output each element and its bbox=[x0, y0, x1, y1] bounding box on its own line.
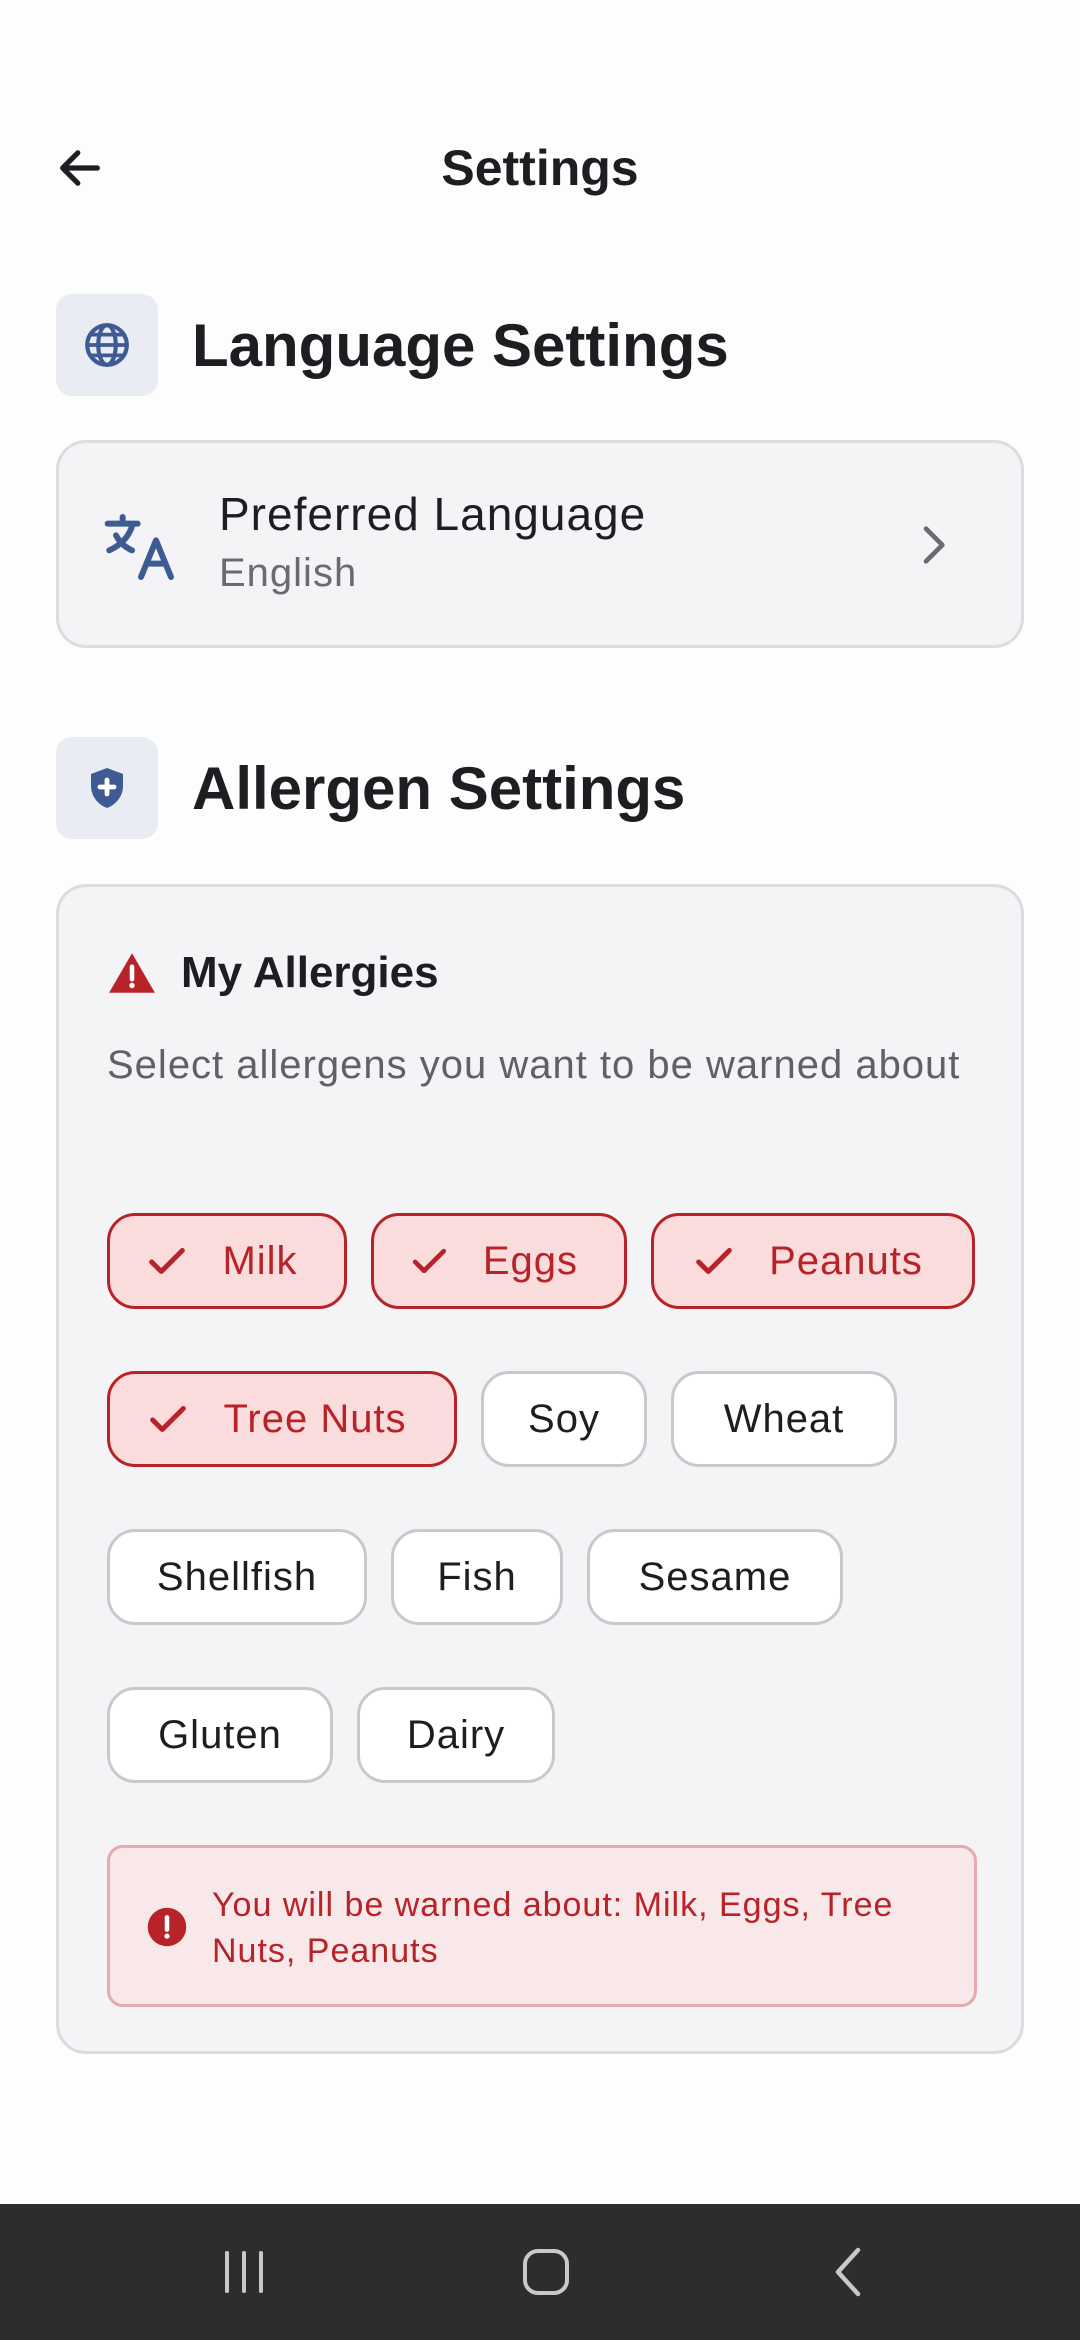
chip-tree-nuts[interactable]: Tree Nuts bbox=[107, 1371, 457, 1467]
chip-row: Milk Eggs Peanuts bbox=[107, 1213, 987, 1309]
chip-label: Tree Nuts bbox=[223, 1396, 407, 1441]
preferred-language-row[interactable]: Preferred Language English bbox=[56, 440, 1024, 648]
my-allergies-card: My Allergies Select allergens you want t… bbox=[56, 884, 1024, 2054]
language-section-header: Language Settings bbox=[56, 294, 729, 396]
chip-label: Dairy bbox=[406, 1712, 506, 1757]
chip-shellfish[interactable]: Shellfish bbox=[107, 1529, 367, 1625]
system-nav-bar bbox=[0, 2204, 1080, 2340]
allergen-section-title: Allergen Settings bbox=[192, 754, 686, 822]
page-title: Settings bbox=[441, 140, 639, 196]
my-allergies-header: My Allergies bbox=[107, 943, 439, 1003]
back-chevron-icon bbox=[835, 2247, 861, 2297]
chevron-right-icon bbox=[923, 526, 945, 564]
system-back-button[interactable] bbox=[798, 2232, 898, 2312]
chip-row: Shellfish Fish Sesame bbox=[107, 1529, 987, 1625]
allergies-description: Select allergens you want to be warned a… bbox=[107, 1043, 961, 1087]
globe-icon bbox=[85, 323, 129, 367]
my-allergies-title: My Allergies bbox=[181, 948, 439, 997]
chip-gluten[interactable]: Gluten bbox=[107, 1687, 333, 1783]
recents-icon bbox=[225, 2251, 263, 2293]
allergen-section-icon-box bbox=[56, 737, 158, 839]
chip-label: Wheat bbox=[723, 1396, 845, 1441]
chip-wheat[interactable]: Wheat bbox=[671, 1371, 897, 1467]
check-icon bbox=[149, 1247, 186, 1275]
warning-triangle-icon bbox=[109, 953, 155, 993]
chip-sesame[interactable]: Sesame bbox=[587, 1529, 843, 1625]
chip-peanuts[interactable]: Peanuts bbox=[651, 1213, 975, 1309]
info-circle-icon bbox=[147, 1907, 187, 1947]
check-icon bbox=[412, 1248, 447, 1274]
warning-summary: You will be warned about: Milk, Eggs, Tr… bbox=[107, 1845, 977, 2007]
chip-label: Soy bbox=[528, 1396, 600, 1441]
recents-button[interactable] bbox=[194, 2232, 294, 2312]
chip-label: Eggs bbox=[482, 1238, 578, 1283]
settings-screen: Settings Language Settings Preferred Lan… bbox=[0, 0, 1080, 2340]
check-icon bbox=[150, 1405, 187, 1433]
chip-label: Gluten bbox=[158, 1712, 282, 1757]
allergen-chips: Milk Eggs Peanuts Tree Nuts Soy Wheat Sh… bbox=[107, 1213, 987, 1845]
chip-label: Milk bbox=[222, 1238, 298, 1283]
chip-row: Gluten Dairy bbox=[107, 1687, 987, 1783]
allergen-section-header: Allergen Settings bbox=[56, 737, 685, 839]
chip-soy[interactable]: Soy bbox=[481, 1371, 647, 1467]
shield-plus-icon bbox=[91, 768, 123, 808]
preferred-language-value: English bbox=[219, 551, 358, 595]
chip-eggs[interactable]: Eggs bbox=[371, 1213, 627, 1309]
chip-fish[interactable]: Fish bbox=[391, 1529, 563, 1625]
language-section-icon-box bbox=[56, 294, 158, 396]
home-button[interactable] bbox=[496, 2232, 596, 2312]
language-section-title: Language Settings bbox=[192, 311, 729, 379]
chip-row: Tree Nuts Soy Wheat bbox=[107, 1371, 987, 1467]
warning-text: You will be warned about: Milk, Eggs, Tr… bbox=[212, 1886, 894, 1970]
app-header: Settings bbox=[0, 110, 1080, 210]
preferred-language-label: Preferred Language bbox=[219, 488, 647, 540]
home-icon bbox=[523, 2249, 569, 2295]
check-icon bbox=[696, 1247, 732, 1275]
chip-label: Sesame bbox=[638, 1554, 792, 1599]
translate-icon bbox=[104, 514, 174, 580]
chip-label: Peanuts bbox=[769, 1238, 923, 1283]
chip-label: Shellfish bbox=[156, 1554, 318, 1599]
chip-dairy[interactable]: Dairy bbox=[357, 1687, 555, 1783]
chip-label: Fish bbox=[437, 1554, 517, 1599]
chip-milk[interactable]: Milk bbox=[107, 1213, 347, 1309]
